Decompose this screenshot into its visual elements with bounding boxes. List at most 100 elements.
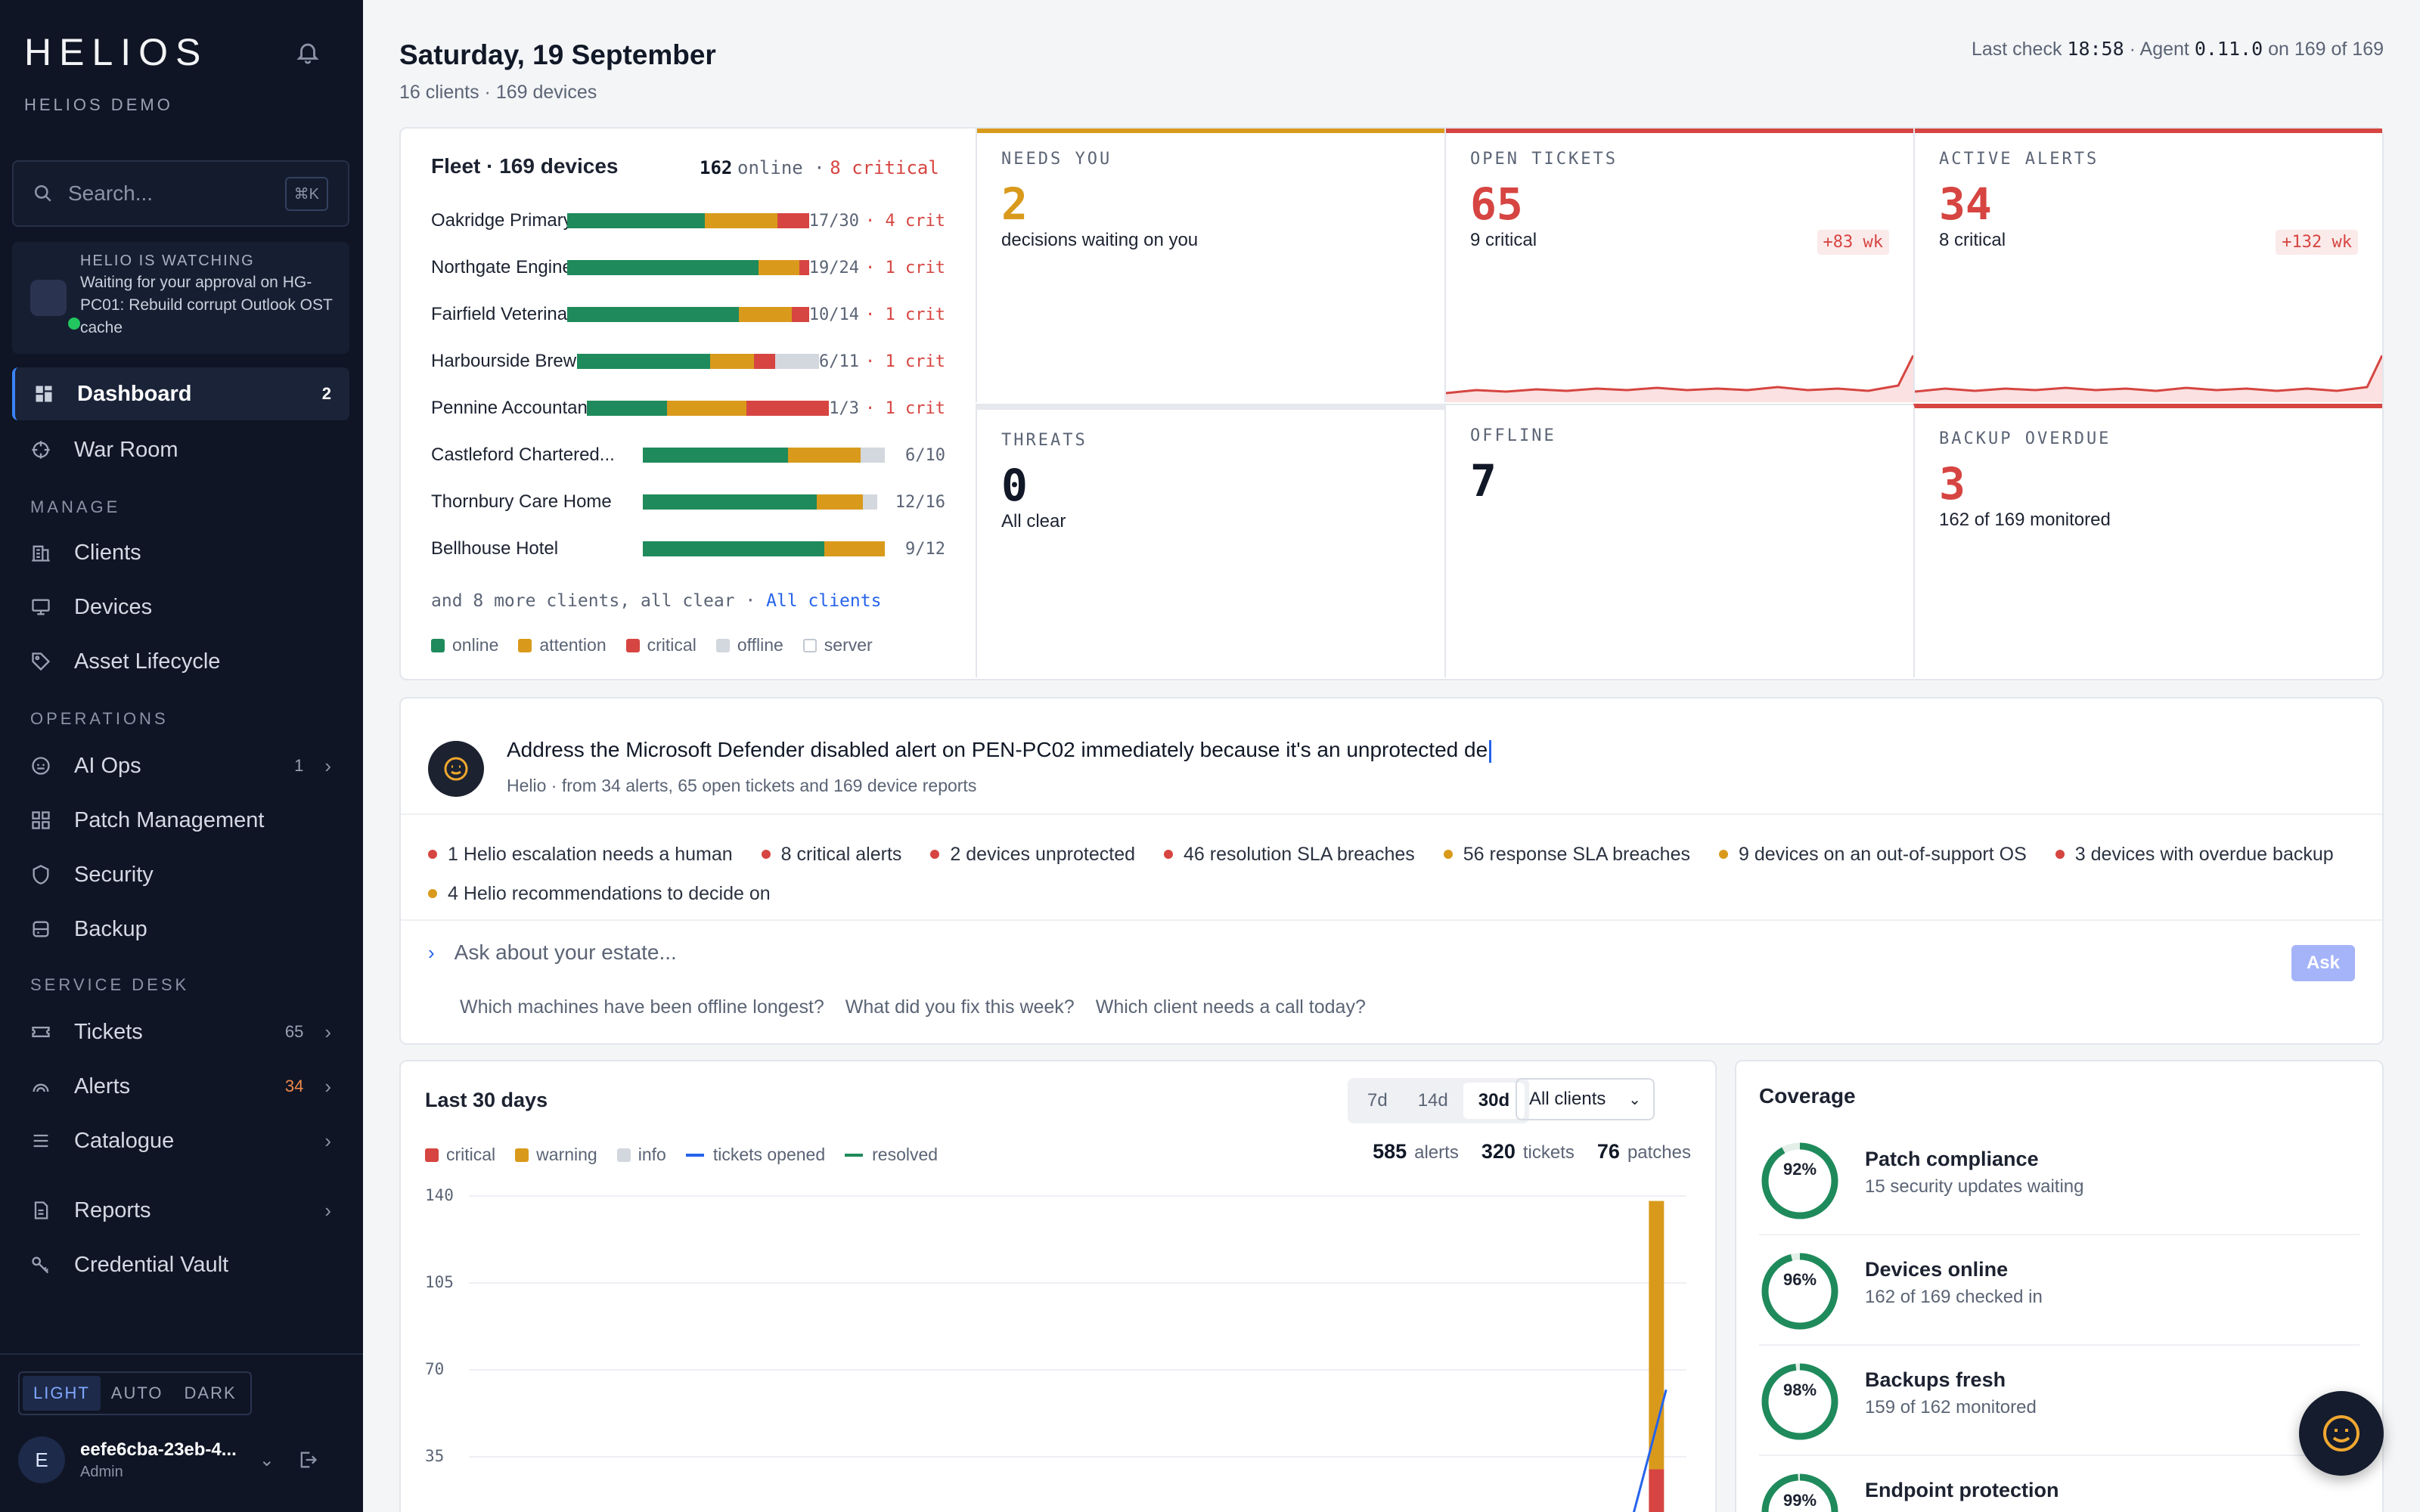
backup-overdue-value: 3 — [1939, 458, 1965, 510]
suggestions: Which machines have been offline longest… — [460, 996, 1387, 1018]
client-online-count: 17/30 · 4 crit — [808, 211, 945, 231]
nav-credential-vault[interactable]: Credential Vault — [12, 1238, 349, 1291]
tile-backup-overdue[interactable]: BACKUP OVERDUE 3 162 of 169 monitored — [1913, 404, 2382, 677]
issue-chip[interactable]: 3 devices with overdue backup — [2055, 835, 2334, 874]
status-dot — [428, 889, 437, 898]
theme-light-button[interactable]: LIGHT — [23, 1376, 101, 1411]
health-bar-segment — [775, 354, 820, 369]
tile-offline[interactable]: OFFLINE 7 — [1444, 404, 1913, 677]
activity-legend: critical warning info tickets opened res… — [425, 1145, 957, 1165]
fleet-client-row[interactable]: Castleford Chartered... 6/10 — [431, 440, 945, 470]
suggestion-chip[interactable]: What did you fix this week? — [845, 996, 1075, 1018]
client-health-bar — [643, 541, 885, 556]
range-14d-button[interactable]: 14d — [1403, 1083, 1463, 1119]
helio-watching-card[interactable]: HELIO IS WATCHING Waiting for your appro… — [12, 242, 349, 354]
user-menu[interactable]: E eefe6cba-23eb-4... Admin ⌄ — [18, 1436, 318, 1483]
fleet-client-row[interactable]: Fairfield Veterinary ... 10/14· 1 crit — [431, 299, 945, 330]
fleet-client-row[interactable]: Pennine Accountancy 1/3· 1 crit — [431, 393, 945, 423]
theme-dark-button[interactable]: DARK — [174, 1376, 247, 1411]
org-name: HELIOS DEMO — [24, 95, 173, 114]
nav-backup[interactable]: Backup — [12, 903, 349, 956]
issue-chip[interactable]: 46 resolution SLA breaches — [1164, 835, 1415, 874]
user-name: eefe6cba-23eb-4... — [80, 1439, 237, 1460]
nav-war-room[interactable]: War Room — [12, 423, 349, 476]
coverage-name: Patch compliance — [1865, 1148, 2039, 1170]
nav-tickets[interactable]: Tickets 65 › — [12, 1005, 349, 1058]
search-placeholder: Search... — [68, 181, 154, 205]
coverage-item[interactable]: 96% Devices online 162 of 169 checked in — [1759, 1235, 2360, 1346]
sidebar: HELIOS HELIOS DEMO Search... ⌘K HELIO IS… — [0, 0, 363, 1512]
nav-ai-ops[interactable]: AI Ops 1 › — [12, 739, 349, 792]
nav-reports[interactable]: Reports › — [12, 1184, 349, 1237]
issue-chip[interactable]: 1 Helio escalation needs a human — [428, 835, 733, 874]
coverage-name: Endpoint protection — [1865, 1479, 2059, 1501]
issue-chip[interactable]: 8 critical alerts — [761, 835, 901, 874]
coverage-percent: 99% — [1782, 1491, 1817, 1510]
coverage-sub: 159 of 162 monitored — [1865, 1397, 2037, 1418]
search-input[interactable]: Search... ⌘K — [12, 160, 349, 227]
nav-clients[interactable]: Clients — [12, 526, 349, 579]
bar-critical[interactable] — [1649, 1469, 1665, 1512]
issue-chip[interactable]: 9 devices on an out-of-support OS — [1719, 835, 2027, 874]
client-online-count: 1/3 · 1 crit — [829, 398, 945, 418]
shield-icon — [33, 865, 49, 885]
fleet-client-row[interactable]: Northgate Engineering 19/24· 1 crit — [431, 253, 945, 283]
fleet-client-row[interactable]: Harbourside Brewin... 6/11· 1 crit — [431, 346, 945, 376]
range-7d-button[interactable]: 7d — [1352, 1083, 1403, 1119]
client-filter-select[interactable]: All clients ⌄ — [1516, 1078, 1655, 1120]
fleet-client-row[interactable]: Bellhouse Hotel 9/12 — [431, 534, 945, 564]
coverage-item[interactable]: 98% Backups fresh 159 of 162 monitored — [1759, 1346, 2360, 1456]
health-bar-segment — [758, 260, 799, 275]
nav-dashboard[interactable]: Dashboard 2 — [12, 367, 349, 420]
nav-devices[interactable]: Devices — [12, 581, 349, 634]
nav-catalogue[interactable]: Catalogue › — [12, 1114, 349, 1167]
nav-patch-management[interactable]: Patch Management — [12, 794, 349, 847]
suggestion-chip[interactable]: Which client needs a call today? — [1096, 996, 1366, 1018]
all-clients-link[interactable]: All clients — [766, 591, 881, 611]
ask-button[interactable]: Ask — [2291, 945, 2355, 981]
coverage-item[interactable]: 99% Endpoint protection — [1759, 1456, 2360, 1512]
issue-chip[interactable]: 4 Helio recommendations to decide on — [428, 874, 771, 913]
tile-active-alerts[interactable]: ACTIVE ALERTS 34 8 critical +132 wk — [1913, 129, 2382, 402]
suggestion-chip[interactable]: Which machines have been offline longest… — [460, 996, 824, 1018]
helio-assistant-button[interactable] — [2299, 1391, 2384, 1476]
activity-chart: 140 105 70 35 — [425, 1186, 1686, 1512]
fleet-client-row[interactable]: Thornbury Care Home 12/16 — [431, 487, 945, 517]
tile-open-tickets[interactable]: OPEN TICKETS 65 9 critical +83 wk — [1444, 129, 1913, 402]
fleet-client-row[interactable]: Oakridge Primary Sc... 17/30· 4 crit — [431, 206, 945, 236]
nav-alerts[interactable]: Alerts 34 › — [12, 1060, 349, 1113]
nav-label: Credential Vault — [74, 1252, 229, 1277]
database-icon — [33, 921, 49, 937]
client-health-bar — [643, 448, 885, 463]
ask-input[interactable]: › Ask about your estate... — [428, 940, 677, 965]
monitor-icon — [32, 599, 50, 615]
tile-threats[interactable]: THREATS 0 All clear — [976, 404, 1444, 677]
nav-security[interactable]: Security — [12, 848, 349, 901]
issue-chip[interactable]: 56 response SLA breaches — [1443, 835, 1690, 874]
user-role: Admin — [80, 1463, 123, 1480]
client-name: Fairfield Veterinary ... — [431, 304, 567, 324]
list-icon — [33, 1134, 48, 1148]
logout-icon[interactable] — [297, 1449, 318, 1470]
nav-label: Patch Management — [74, 807, 265, 832]
issue-chip[interactable]: 2 devices unprotected — [930, 835, 1135, 874]
tile-needs-you[interactable]: NEEDS YOU 2 decisions waiting on you — [976, 129, 1444, 402]
theme-auto-button[interactable]: AUTO — [101, 1376, 174, 1411]
coverage-sub: 15 security updates waiting — [1865, 1176, 2084, 1197]
last-check-info: Last check 18:58 · Agent 0.11.0 on 169 o… — [1972, 38, 2384, 60]
nav-label: Reports — [74, 1198, 151, 1222]
client-online-count: 10/14 · 1 crit — [808, 305, 945, 324]
status-dot — [1443, 850, 1453, 859]
client-health-bar — [577, 354, 820, 369]
coverage-item[interactable]: 92% Patch compliance 15 security updates w… — [1759, 1125, 2360, 1235]
health-bar-segment — [817, 494, 864, 510]
chevron-right-icon: › — [324, 754, 331, 777]
nav-label: Asset Lifecycle — [74, 649, 221, 674]
nav-asset-lifecycle[interactable]: Asset Lifecycle — [12, 635, 349, 688]
legend-online: online — [431, 635, 498, 655]
activity-title: Last 30 days — [425, 1089, 548, 1111]
chevron-down-icon[interactable]: ⌄ — [259, 1449, 275, 1471]
fleet-online-count: 162 — [700, 157, 733, 178]
bell-icon[interactable] — [295, 39, 321, 65]
health-bar-segment — [577, 354, 711, 369]
